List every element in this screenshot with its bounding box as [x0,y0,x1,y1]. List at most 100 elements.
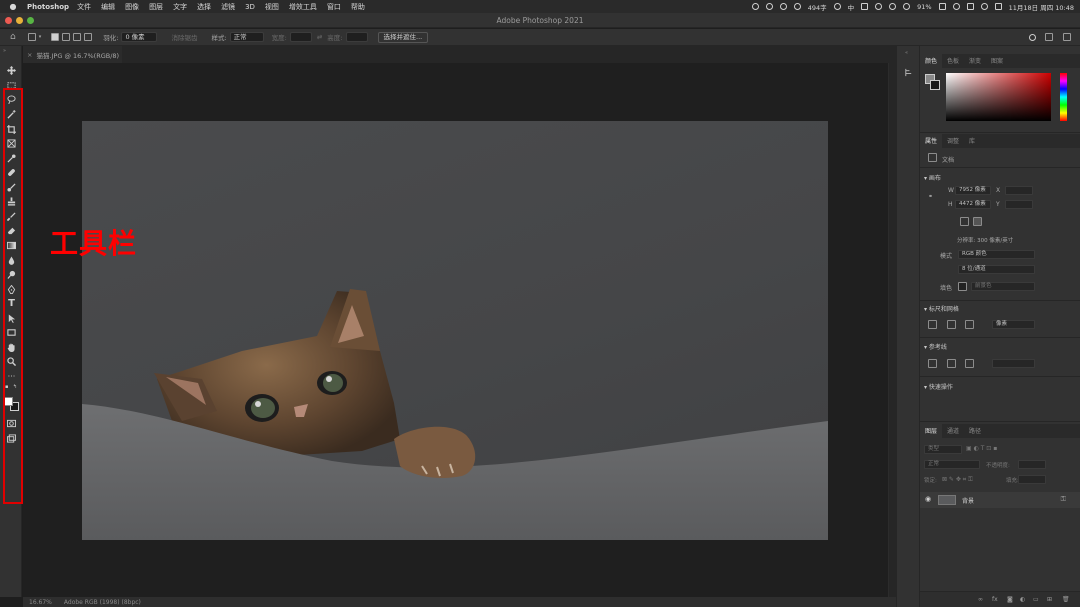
blend-mode-select[interactable]: 正常 [924,460,980,469]
volume-icon[interactable] [903,3,911,10]
grid-icon[interactable] [861,3,869,10]
feather-input[interactable]: 0 像素 [121,32,158,42]
lock-icon[interactable]: ⚿ [1061,495,1066,504]
apple-icon[interactable]: ● [8,2,18,11]
hue-slider[interactable] [1060,73,1067,121]
chevron-down-icon[interactable]: ▾ [39,34,42,40]
history-panel-icon[interactable] [904,62,913,77]
landscape-orientation-icon[interactable] [973,217,982,226]
close-tab-icon[interactable]: × [27,51,32,59]
share-icon[interactable] [1063,33,1071,41]
lock-icons[interactable]: ⊠ ✎ ✥ ⌗ ⚿ [942,476,973,484]
new-selection-icon[interactable] [51,33,60,41]
delete-layer-icon[interactable]: 🗑 [1062,596,1070,603]
tab-adjustments[interactable]: 调整 [942,136,964,148]
adjustment-layer-icon[interactable]: ◐ [1020,596,1025,603]
menu-item-edit[interactable]: 编辑 [101,2,115,12]
bluetooth-like-icon[interactable] [793,3,801,10]
search-icon[interactable] [980,3,988,10]
layer-style-icon[interactable]: fx [992,596,998,603]
quick-actions-header[interactable]: ▾ 快速操作 [924,382,953,391]
swap-icon[interactable]: ⇄ [317,33,322,41]
pixel-grid-icon[interactable] [965,320,974,329]
add-selection-icon[interactable] [62,33,71,41]
bluetooth-icon[interactable] [889,3,897,10]
tab-properties[interactable]: 属性 [920,133,943,148]
canvas-x-input[interactable] [1005,186,1033,195]
menu-item-type[interactable]: 文字 [173,2,187,12]
control-center-icon[interactable] [994,3,1002,10]
height-input[interactable] [345,32,368,42]
move-tool-icon[interactable] [6,65,17,76]
color-bg-swatch[interactable] [930,80,940,90]
tab-paths[interactable]: 路径 [964,426,986,438]
menu-item-select[interactable]: 选择 [197,2,211,12]
guide-lock-icon[interactable] [947,359,956,368]
layer-filter-icons[interactable]: ▣ ◐ T ⊡ ▪ [966,445,997,452]
home-icon[interactable]: ⌂ [10,32,16,42]
document-tab[interactable]: × 猫猫.JPG @ 16.7%(RGB/8) [23,46,123,63]
display-icon[interactable] [966,3,974,10]
eye-icon[interactable]: ◉ [925,495,931,503]
new-group-icon[interactable]: ▭ [1033,596,1039,603]
menu-item-image[interactable]: 图像 [125,2,139,12]
fill-select[interactable]: 前景色 [971,282,1035,291]
width-input[interactable] [289,32,312,42]
antialias-checkbox[interactable]: 消除锯齿 [171,32,197,42]
headset-icon[interactable] [765,3,773,10]
tab-color[interactable]: 颜色 [920,53,943,68]
color-profile[interactable]: Adobe RGB (1998) (8bpc) [64,599,141,606]
canvas-height-input[interactable]: 4472 像素 [955,200,991,209]
guide-layout-icon[interactable] [965,359,974,368]
link-dimensions-icon[interactable]: ⚭ [928,193,933,200]
document-image[interactable] [82,121,828,540]
marquee-preset-icon[interactable] [27,33,36,41]
battery-icon[interactable] [938,3,946,10]
menu-item-help[interactable]: 帮助 [351,2,365,12]
new-layer-icon[interactable]: ⊞ [1047,596,1052,603]
expand-panels-icon[interactable]: « [905,50,908,56]
color-picker-field[interactable] [946,73,1051,121]
menu-item-plugins[interactable]: 增效工具 [289,2,317,12]
menu-item-3d[interactable]: 3D [245,3,255,11]
intersect-selection-icon[interactable] [84,33,93,41]
tab-layers[interactable]: 图层 [920,423,943,438]
bit-depth-select[interactable]: 8 位/通道 [958,265,1035,274]
layer-name[interactable]: 背景 [962,496,974,505]
canvas-section-header[interactable]: ▾ 画布 [924,173,941,182]
menu-item-view[interactable]: 视图 [265,2,279,12]
grid-icon[interactable] [947,320,956,329]
tab-libraries[interactable]: 库 [964,136,980,148]
search-icon[interactable] [1029,33,1036,41]
layer-row-background[interactable]: ◉ 背景 ⚿ [920,492,1080,508]
fill-color-swatch[interactable] [958,282,967,291]
menubar-datetime[interactable]: 11月18日 周四 10:48 [1009,2,1074,12]
select-and-mask-button[interactable]: 选择并遮住... [377,31,429,43]
add-mask-icon[interactable]: ◙ [1007,596,1013,603]
fill-opacity-input[interactable] [1018,475,1046,484]
style-select[interactable]: 正常 [229,32,264,42]
opacity-input[interactable] [1018,460,1046,469]
vertical-scrollbar[interactable] [888,63,896,597]
menu-item-file[interactable]: 文件 [77,2,91,12]
ruler-units-select[interactable]: 像素 [992,320,1035,329]
menu-app-name[interactable]: Photoshop [27,3,69,11]
link-layers-icon[interactable]: ∞ [978,596,983,603]
workspace-icon[interactable] [1045,33,1053,41]
clock-icon[interactable] [833,3,841,10]
menu-item-window[interactable]: 窗口 [327,2,341,12]
guides-section-header[interactable]: ▾ 参考线 [924,342,947,351]
subtract-selection-icon[interactable] [73,33,82,41]
tab-gradients[interactable]: 渐变 [964,56,986,68]
canvas-width-input[interactable]: 7952 像素 [955,186,991,195]
portrait-orientation-icon[interactable] [960,217,969,226]
tab-channels[interactable]: 通道 [942,426,964,438]
menu-item-filter[interactable]: 滤镜 [221,2,235,12]
color-mode-select[interactable]: RGB 颜色 [958,250,1035,259]
guide-visibility-icon[interactable] [928,359,937,368]
guide-color-select[interactable] [992,359,1035,368]
collapse-panel-icon[interactable]: » [3,48,6,54]
zoom-level[interactable]: 16.67% [29,599,52,606]
rulers-section-header[interactable]: ▾ 标尺和网格 [924,304,959,313]
menu-item-layer[interactable]: 图层 [149,2,163,12]
